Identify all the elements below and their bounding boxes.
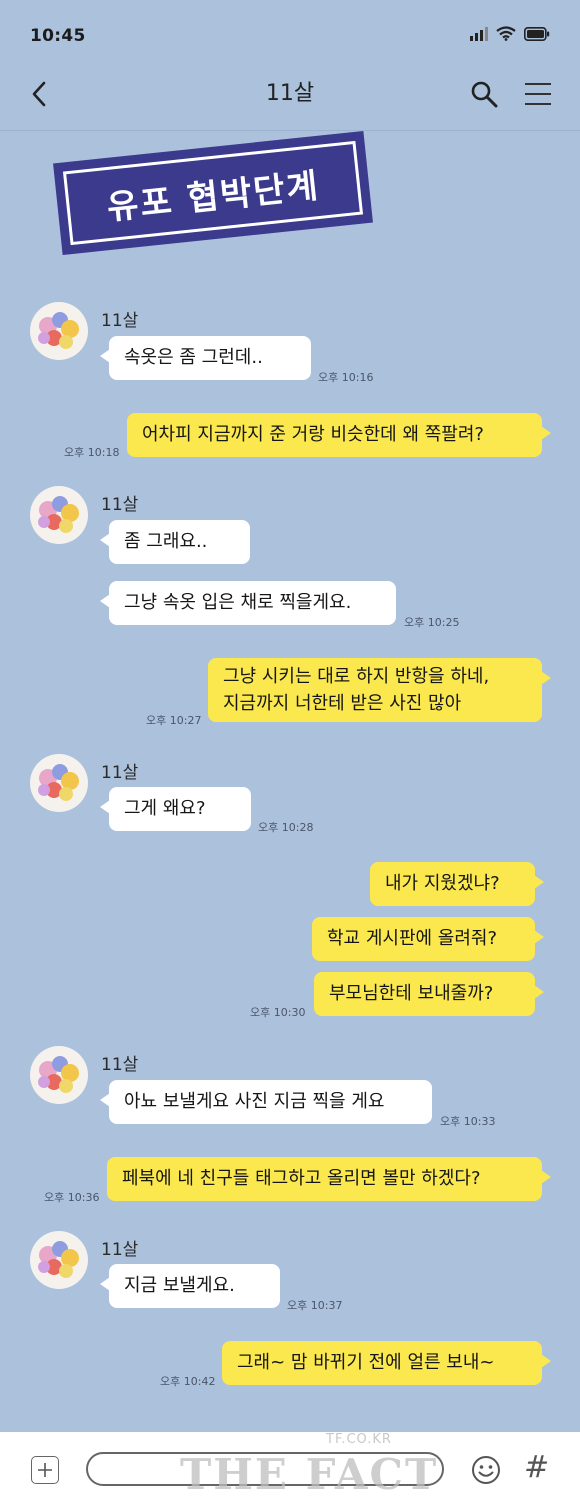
message-text: 페북에 네 친구들 태그하고 올리면 볼만 하겠다?: [122, 1168, 481, 1189]
signal-icon: [470, 26, 488, 41]
avatar[interactable]: [30, 302, 88, 360]
message-time: 오후 10:16: [318, 371, 374, 384]
sent-message: 그냥 시키는 대로 하지 반항을 하네, 지금까지 너한테 받은 사진 많아: [208, 658, 551, 722]
message-time: 오후 10:28: [258, 821, 314, 834]
hamburger-menu-icon: [525, 83, 551, 105]
message-text: 그냥 속옷 입은 채로 찍을게요.: [124, 592, 352, 613]
status-bar: 10:45: [0, 0, 580, 62]
balloon-avatar-icon: [38, 764, 79, 801]
received-message: 속옷은 좀 그런데..: [100, 336, 311, 380]
message-text: 속옷은 좀 그런데..: [124, 347, 263, 368]
wifi-icon: [496, 26, 516, 41]
message-time: 오후 10:36: [44, 1191, 100, 1204]
message-text: 좀 그래요..: [124, 531, 208, 552]
sender-name: 11살: [101, 1055, 139, 1075]
plus-icon: [38, 1463, 52, 1477]
avatar[interactable]: [30, 754, 88, 812]
message-time: 오후 10:30: [250, 1006, 306, 1019]
sent-message: 어차피 지금까지 준 거랑 비슷한데 왜 쪽팔려?: [127, 413, 551, 457]
sent-message: 학교 게시판에 올려줘?: [312, 917, 544, 961]
balloon-avatar-icon: [38, 1241, 79, 1278]
message-time: 오후 10:27: [146, 714, 202, 727]
watermark-logo: THE FACT: [180, 1450, 439, 1499]
balloon-avatar-icon: [38, 1056, 79, 1093]
message-text: 학교 게시판에 올려줘?: [327, 928, 498, 949]
emoji-icon: [472, 1456, 500, 1484]
message-time: 오후 10:33: [440, 1115, 496, 1128]
sent-message: 그래~ 맘 바뀌기 전에 얼른 보내~: [222, 1341, 551, 1385]
emoji-button[interactable]: [470, 1454, 502, 1486]
battery-icon: [524, 26, 550, 41]
message-text: 아뇨 보낼게요 사진 지금 찍을 게요: [124, 1091, 385, 1112]
search-button[interactable]: [466, 74, 502, 114]
chat-header: 11살: [0, 62, 580, 131]
message-text: 그게 왜요?: [124, 798, 206, 819]
status-time: 10:45: [30, 26, 86, 46]
sender-name: 11살: [101, 1240, 139, 1260]
sender-name: 11살: [101, 763, 139, 783]
balloon-avatar-icon: [38, 496, 79, 533]
menu-button[interactable]: [520, 74, 556, 114]
sender-name: 11살: [101, 311, 139, 331]
message-text: 그래~ 맘 바뀌기 전에 얼른 보내~: [237, 1352, 495, 1373]
message-text: 부모님한테 보내줄까?: [329, 983, 494, 1004]
balloon-avatar-icon: [38, 312, 79, 349]
message-time: 오후 10:25: [404, 616, 460, 629]
message-text-line-2: 지금까지 너한테 받은 사진 많아: [223, 693, 462, 714]
message-text: 어차피 지금까지 준 거랑 비슷한데 왜 쪽팔려?: [142, 424, 484, 445]
message-text: 지금 보낼게요.: [124, 1275, 235, 1296]
message-text: 내가 지웠겠냐?: [385, 873, 500, 894]
avatar[interactable]: [30, 1046, 88, 1104]
received-message: 지금 보낼게요.: [100, 1264, 280, 1308]
attach-button[interactable]: [31, 1456, 59, 1484]
received-message: 아뇨 보낼게요 사진 지금 찍을 게요: [100, 1080, 432, 1124]
hash-icon[interactable]: #: [524, 1450, 549, 1485]
status-icons: [470, 26, 550, 41]
sent-message: 부모님한테 보내줄까?: [314, 972, 544, 1016]
message-time: 오후 10:37: [287, 1299, 343, 1312]
warning-stamp: 유포 협박단계: [56, 134, 370, 252]
message-time: 오후 10:18: [64, 446, 120, 459]
message-text-line-1: 그냥 시키는 대로 하지 반항을 하네,: [223, 666, 490, 687]
sent-message: 페북에 네 친구들 태그하고 올리면 볼만 하겠다?: [107, 1157, 551, 1201]
received-message: 그냥 속옷 입은 채로 찍을게요.: [100, 581, 396, 625]
received-message: 좀 그래요..: [100, 520, 250, 564]
avatar[interactable]: [30, 486, 88, 544]
avatar[interactable]: [30, 1231, 88, 1289]
watermark-url: TF.CO.KR: [326, 1432, 392, 1447]
sent-message: 내가 지웠겠냐?: [370, 862, 544, 906]
stamp-text: 유포 협박단계: [62, 140, 364, 246]
sender-name: 11살: [101, 495, 139, 515]
search-icon: [471, 81, 498, 108]
received-message: 그게 왜요?: [100, 787, 251, 831]
message-time: 오후 10:42: [160, 1375, 216, 1388]
